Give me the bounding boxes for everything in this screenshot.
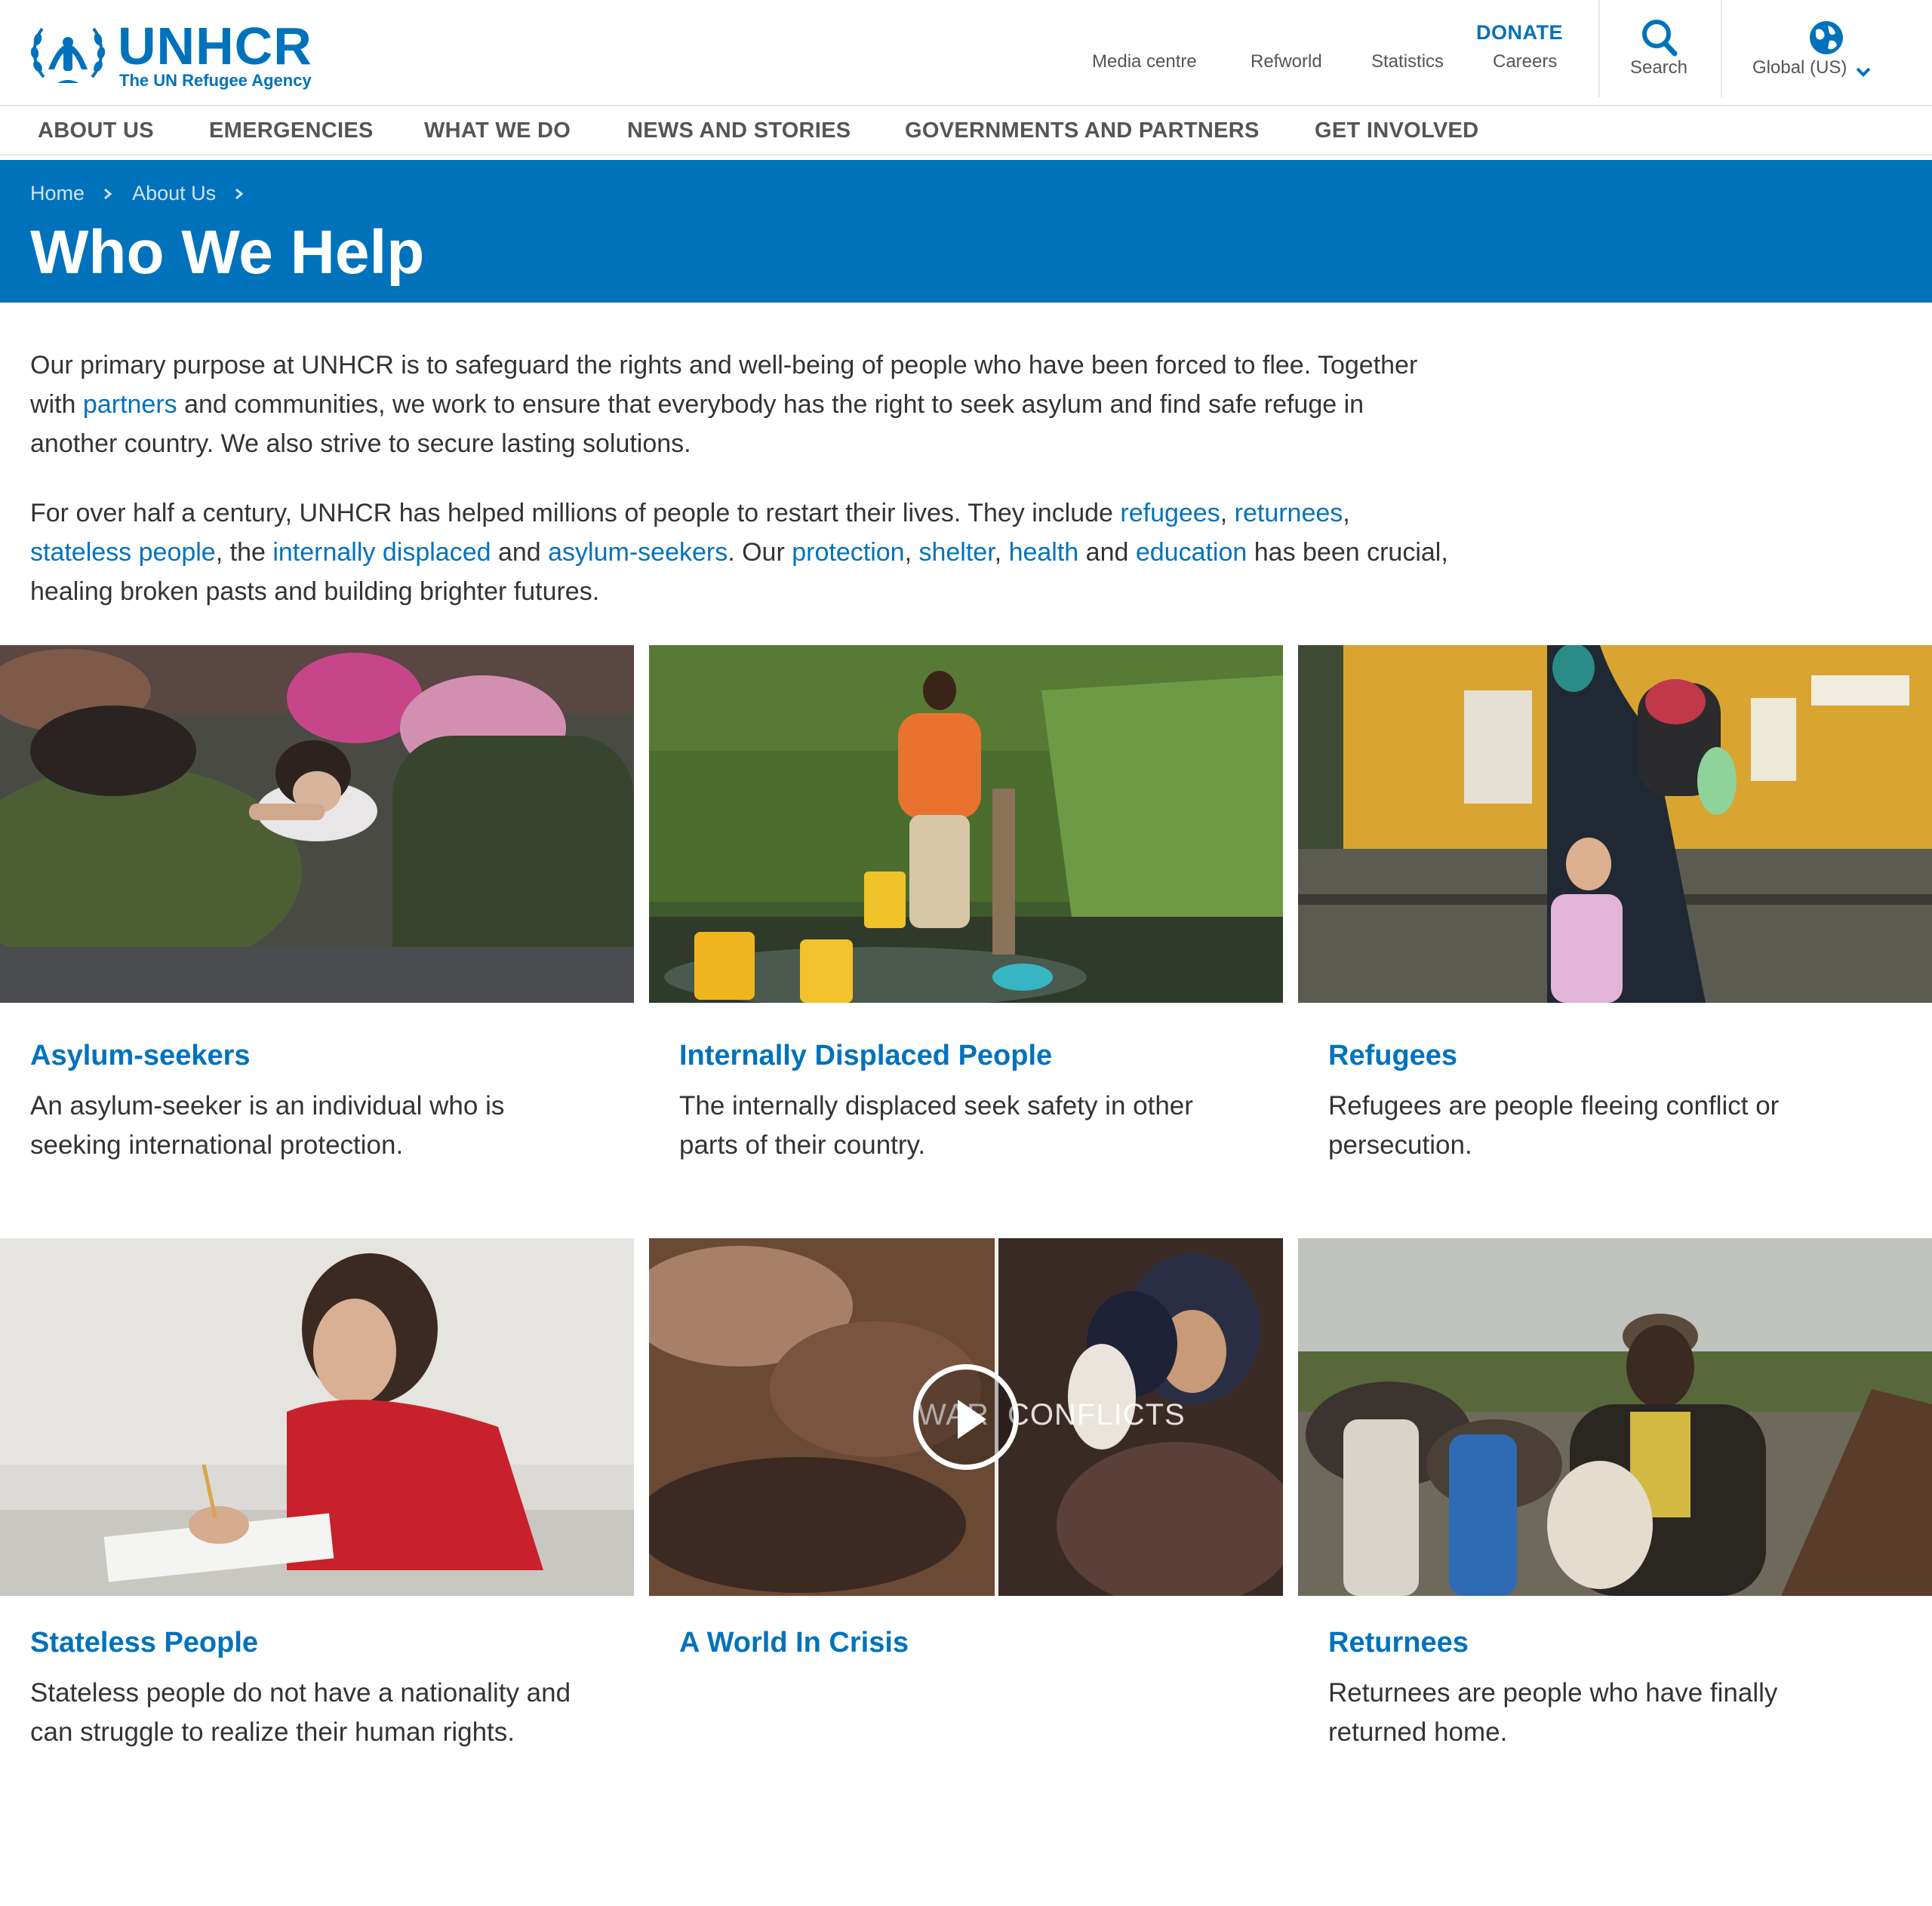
- brand-name: UNHCR: [118, 17, 312, 75]
- video-thumbnail[interactable]: WAR CONFLICTS: [649, 1238, 1283, 1596]
- unhcr-emblem-icon: [30, 27, 106, 83]
- nav-get-involved[interactable]: GET INVOLVED: [1315, 118, 1478, 143]
- mother-child-station-photo: [1298, 645, 1932, 1003]
- site-header: UNHCR The UN Refugee Agency DONATE Media…: [0, 0, 1932, 106]
- play-icon: [958, 1400, 986, 1439]
- intro-paragraph-2: For over half a century, UNHCR has helpe…: [30, 493, 1449, 611]
- card-description: An asylum-seeker is an individual who is…: [30, 1091, 505, 1160]
- card-title[interactable]: Returnees: [1328, 1627, 1469, 1659]
- intro-text-span: and: [491, 538, 549, 567]
- search-label: Search: [1629, 57, 1688, 78]
- breadcrumb-about-us[interactable]: About Us: [132, 182, 216, 205]
- card-image[interactable]: [1298, 645, 1932, 1003]
- header-divider: [1721, 0, 1722, 97]
- intro-text-span: and communities, we work to ensure that …: [30, 390, 1364, 458]
- asylum-seekers-link[interactable]: asylum-seekers: [548, 538, 728, 567]
- returnees-crowd-photo: [1298, 1238, 1932, 1596]
- intro-text-span: . Our: [728, 538, 792, 567]
- card-image[interactable]: [0, 1238, 634, 1596]
- intro-text-span: For over half a century, UNHCR has helpe…: [30, 499, 1121, 527]
- protection-link[interactable]: protection: [792, 538, 904, 567]
- refugees-link[interactable]: refugees: [1120, 499, 1220, 527]
- partners-link[interactable]: partners: [83, 390, 177, 419]
- card-title[interactable]: Refugees: [1328, 1040, 1457, 1072]
- chevron-right-icon: [103, 188, 112, 200]
- play-button[interactable]: [913, 1364, 1019, 1470]
- video-caption-conflicts: CONFLICTS: [1008, 1398, 1186, 1431]
- search-button[interactable]: Search: [1601, 17, 1716, 85]
- education-link[interactable]: education: [1136, 538, 1247, 567]
- card-title[interactable]: Internally Displaced People: [679, 1040, 1052, 1072]
- search-icon: [1642, 20, 1678, 57]
- shelter-link[interactable]: shelter: [918, 538, 994, 567]
- stateless-people-link[interactable]: stateless people: [30, 538, 216, 567]
- page-title: Who We Help: [30, 218, 425, 287]
- sleeping-child-photo: [0, 645, 634, 1003]
- woman-water-pump-photo: [649, 645, 1283, 1003]
- region-label: Global (US): [1752, 57, 1847, 78]
- card-title[interactable]: A World In Crisis: [679, 1627, 909, 1659]
- intro-text-span: ,: [1220, 499, 1235, 527]
- header-divider: [1598, 0, 1600, 97]
- nav-governments-and-partners[interactable]: GOVERNMENTS AND PARTNERS: [905, 118, 1260, 143]
- chevron-down-icon: [1856, 67, 1871, 77]
- brand-tagline: The UN Refugee Agency: [119, 71, 312, 90]
- card-title[interactable]: Stateless People: [30, 1627, 258, 1659]
- nav-what-we-do[interactable]: WHAT WE DO: [424, 118, 571, 143]
- media-centre-link[interactable]: Media centre: [1092, 51, 1197, 72]
- intro-text: Our primary purpose at UNHCR is to safeg…: [30, 346, 1449, 641]
- internally-displaced-link[interactable]: internally displaced: [272, 538, 491, 567]
- region-selector[interactable]: Global (US): [1725, 17, 1929, 85]
- card-description: Returnees are people who have finally re…: [1328, 1678, 1778, 1747]
- returnees-link[interactable]: returnees: [1235, 499, 1343, 527]
- donate-link[interactable]: DONATE: [1476, 21, 1563, 45]
- breadcrumb: Home About Us: [30, 181, 258, 205]
- nav-emergencies[interactable]: EMERGENCIES: [209, 118, 374, 143]
- chevron-right-icon: [235, 188, 243, 200]
- page-hero: Home About Us Who We Help: [0, 160, 1932, 303]
- card-description: Stateless people do not have a nationali…: [30, 1678, 571, 1747]
- main-navigation: ABOUT US EMERGENCIES WHAT WE DO NEWS AND…: [0, 108, 1932, 155]
- card-image[interactable]: [1298, 1238, 1932, 1596]
- card-image[interactable]: [649, 645, 1283, 1003]
- intro-text-span: ,: [1343, 499, 1350, 527]
- card-description: Refugees are people fleeing conflict or …: [1328, 1091, 1780, 1160]
- statistics-link[interactable]: Statistics: [1371, 51, 1444, 72]
- intro-paragraph-1: Our primary purpose at UNHCR is to safeg…: [30, 346, 1449, 463]
- card-description: The internally displaced seek safety in …: [679, 1091, 1193, 1160]
- card-image[interactable]: [0, 645, 634, 1003]
- unhcr-logo[interactable]: UNHCR The UN Refugee Agency: [29, 17, 331, 92]
- health-link[interactable]: health: [1009, 538, 1079, 567]
- globe-icon: [1810, 21, 1843, 54]
- intro-text-span: , the: [215, 538, 273, 567]
- intro-text-span: ,: [994, 538, 1009, 567]
- breadcrumb-home[interactable]: Home: [30, 182, 85, 205]
- nav-about-us[interactable]: ABOUT US: [38, 118, 154, 143]
- intro-text-span: and: [1078, 538, 1136, 567]
- nav-news-and-stories[interactable]: NEWS AND STORIES: [627, 118, 851, 143]
- intro-text-span: ,: [904, 538, 919, 567]
- careers-link[interactable]: Careers: [1493, 51, 1557, 72]
- girl-writing-photo: [0, 1238, 634, 1596]
- refworld-link[interactable]: Refworld: [1251, 51, 1322, 72]
- card-title[interactable]: Asylum-seekers: [30, 1040, 251, 1072]
